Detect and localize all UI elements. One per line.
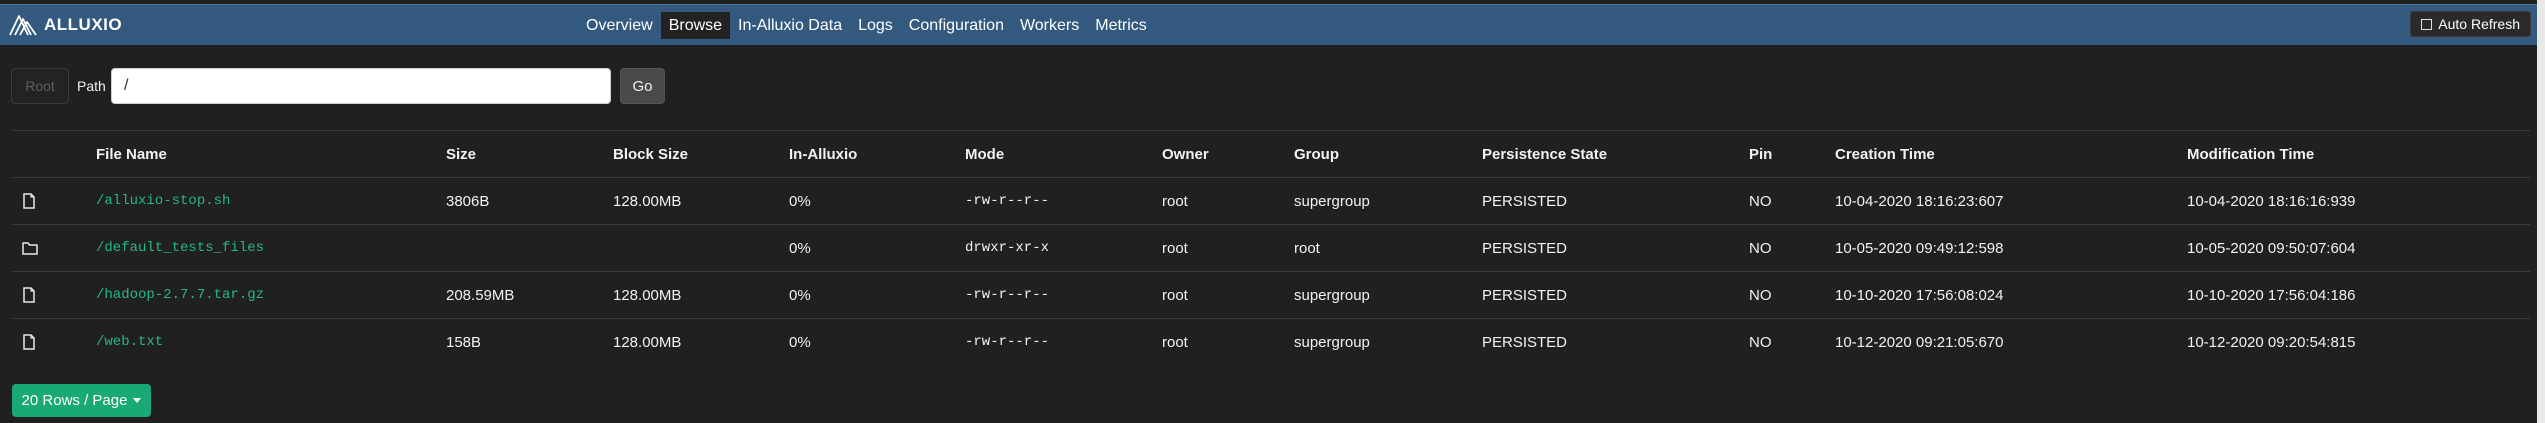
cell-size: 3806B: [446, 192, 490, 210]
file-name-link[interactable]: /default_tests_files: [96, 225, 264, 271]
cell-persistence: PERSISTED: [1482, 239, 1568, 257]
col-in-alluxio: In-Alluxio: [789, 145, 858, 163]
cell-creation-time: 10-05-2020 09:49:12:598: [1835, 239, 2004, 257]
table-row: /alluxio-stop.sh 3806B 128.00MB 0% -rw-r…: [12, 178, 2530, 225]
cell-in-alluxio: 0%: [789, 286, 811, 304]
brand[interactable]: ALLUXIO: [8, 11, 122, 39]
cell-owner: root: [1162, 192, 1188, 210]
file-name-link[interactable]: /web.txt: [96, 319, 163, 365]
cell-owner: root: [1162, 286, 1188, 304]
alluxio-logo-icon: [8, 13, 38, 37]
path-input[interactable]: [111, 68, 611, 104]
cell-modification-time: 10-12-2020 09:20:54:815: [2187, 333, 2356, 351]
nav-configuration[interactable]: Configuration: [901, 12, 1012, 39]
folder-icon: [22, 225, 38, 271]
cell-group: root: [1294, 239, 1320, 257]
auto-refresh-label: Auto Refresh: [2438, 16, 2520, 32]
path-label: Path: [77, 78, 106, 94]
cell-in-alluxio: 0%: [789, 239, 811, 257]
cell-creation-time: 10-04-2020 18:16:23:607: [1835, 192, 2004, 210]
cell-block-size: 128.00MB: [613, 333, 682, 351]
cell-pin: NO: [1749, 286, 1772, 304]
file-icon: [22, 272, 36, 318]
cell-mode: -rw-r--r--: [965, 334, 1050, 350]
go-button[interactable]: Go: [620, 68, 665, 104]
cell-pin: NO: [1749, 239, 1772, 257]
table-row: /web.txt 158B 128.00MB 0% -rw-r--r-- roo…: [12, 319, 2530, 365]
cell-group: supergroup: [1294, 286, 1370, 304]
auto-refresh-toggle[interactable]: Auto Refresh: [2410, 11, 2531, 37]
cell-owner: root: [1162, 239, 1188, 257]
top-navbar: ALLUXIO Overview Browse In-Alluxio Data …: [0, 4, 2545, 45]
file-icon: [22, 319, 36, 365]
col-persistence-state: Persistence State: [1482, 145, 1608, 163]
nav-workers[interactable]: Workers: [1012, 12, 1087, 39]
cell-mode: drwxr-xr-x: [965, 240, 1050, 256]
cell-modification-time: 10-05-2020 09:50:07:604: [2187, 239, 2356, 257]
cell-modification-time: 10-04-2020 18:16:16:939: [2187, 192, 2356, 210]
col-block-size: Block Size: [613, 145, 689, 163]
file-table: File Name Size Block Size In-Alluxio Mod…: [12, 130, 2530, 365]
nav-overview[interactable]: Overview: [578, 12, 661, 39]
col-size: Size: [446, 145, 477, 163]
cell-mode: -rw-r--r--: [965, 193, 1050, 209]
rows-per-page-dropdown[interactable]: 20 Rows / Page: [12, 384, 151, 417]
file-name-link[interactable]: /alluxio-stop.sh: [96, 178, 230, 224]
col-group: Group: [1294, 145, 1339, 163]
cell-pin: NO: [1749, 333, 1772, 351]
cell-persistence: PERSISTED: [1482, 333, 1568, 351]
nav-logs[interactable]: Logs: [850, 12, 901, 39]
checkbox-icon[interactable]: [2421, 18, 2433, 30]
cell-size: 208.59MB: [446, 286, 515, 304]
col-file-name: File Name: [96, 145, 167, 163]
col-mode: Mode: [965, 145, 1005, 163]
table-row: /hadoop-2.7.7.tar.gz 208.59MB 128.00MB 0…: [12, 272, 2530, 319]
rows-per-page-label: 20 Rows / Page: [21, 392, 128, 409]
cell-in-alluxio: 0%: [789, 192, 811, 210]
col-creation-time: Creation Time: [1835, 145, 1935, 163]
nav-in-alluxio-data[interactable]: In-Alluxio Data: [730, 12, 850, 39]
cell-modification-time: 10-10-2020 17:56:04:186: [2187, 286, 2356, 304]
table-row: /default_tests_files 0% drwxr-xr-x root …: [12, 225, 2530, 272]
cell-owner: root: [1162, 333, 1188, 351]
cell-size: 158B: [446, 333, 482, 351]
cell-in-alluxio: 0%: [789, 333, 811, 351]
cell-creation-time: 10-12-2020 09:21:05:670: [1835, 333, 2004, 351]
caret-down-icon: [133, 398, 142, 403]
cell-creation-time: 10-10-2020 17:56:08:024: [1835, 286, 2004, 304]
cell-persistence: PERSISTED: [1482, 286, 1568, 304]
cell-mode: -rw-r--r--: [965, 287, 1050, 303]
cell-pin: NO: [1749, 192, 1772, 210]
file-icon: [22, 178, 36, 224]
col-owner: Owner: [1162, 145, 1209, 163]
cell-block-size: 128.00MB: [613, 286, 682, 304]
cell-persistence: PERSISTED: [1482, 192, 1568, 210]
nav-metrics[interactable]: Metrics: [1087, 12, 1155, 39]
root-button[interactable]: Root: [11, 68, 69, 104]
table-header: File Name Size Block Size In-Alluxio Mod…: [12, 130, 2530, 178]
file-name-link[interactable]: /hadoop-2.7.7.tar.gz: [96, 272, 264, 318]
cell-group: supergroup: [1294, 192, 1370, 210]
cell-group: supergroup: [1294, 333, 1370, 351]
col-pin: Pin: [1749, 145, 1773, 163]
brand-name: ALLUXIO: [44, 15, 123, 34]
nav-links: Overview Browse In-Alluxio Data Logs Con…: [578, 12, 1155, 39]
col-modification-time: Modification Time: [2187, 145, 2315, 163]
cell-block-size: 128.00MB: [613, 192, 682, 210]
vertical-scrollbar[interactable]: [2537, 0, 2545, 423]
nav-browse[interactable]: Browse: [660, 12, 731, 39]
